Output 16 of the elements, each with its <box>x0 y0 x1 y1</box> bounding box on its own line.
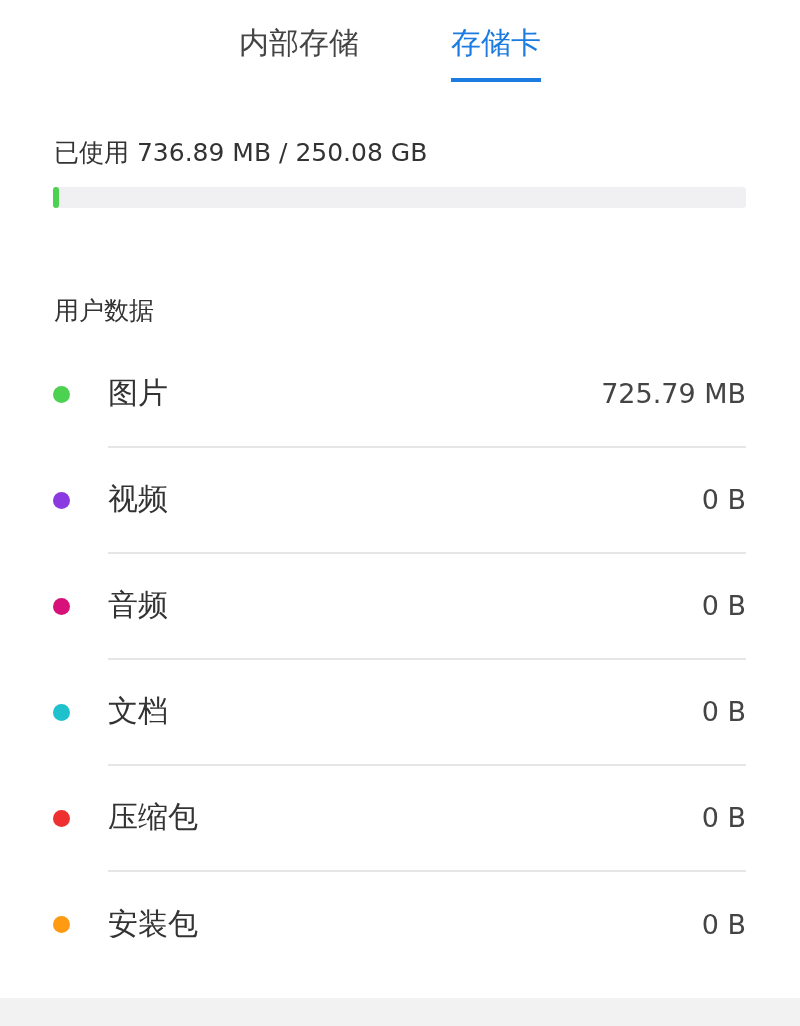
usage-text: 已使用 736.89 MB / 250.08 GB <box>54 137 429 169</box>
category-size: 0 B <box>701 801 746 833</box>
category-name: 音频 <box>108 585 168 624</box>
category-size: 0 B <box>701 589 746 621</box>
category-name: 视频 <box>108 479 168 518</box>
category-name: 图片 <box>108 373 168 412</box>
tab[interactable]: 内部存储 <box>239 22 359 82</box>
category-name: 安装包 <box>108 904 198 943</box>
category-name: 压缩包 <box>108 797 198 836</box>
category-size: 0 B <box>701 908 746 940</box>
section-title: 用户数据 <box>54 295 155 327</box>
category-size: 725.79 MB <box>601 377 746 409</box>
category-size: 0 B <box>701 695 746 727</box>
category-size: 0 B <box>701 483 746 515</box>
category-name: 文档 <box>108 691 168 730</box>
tab[interactable]: 存储卡 <box>451 22 541 82</box>
